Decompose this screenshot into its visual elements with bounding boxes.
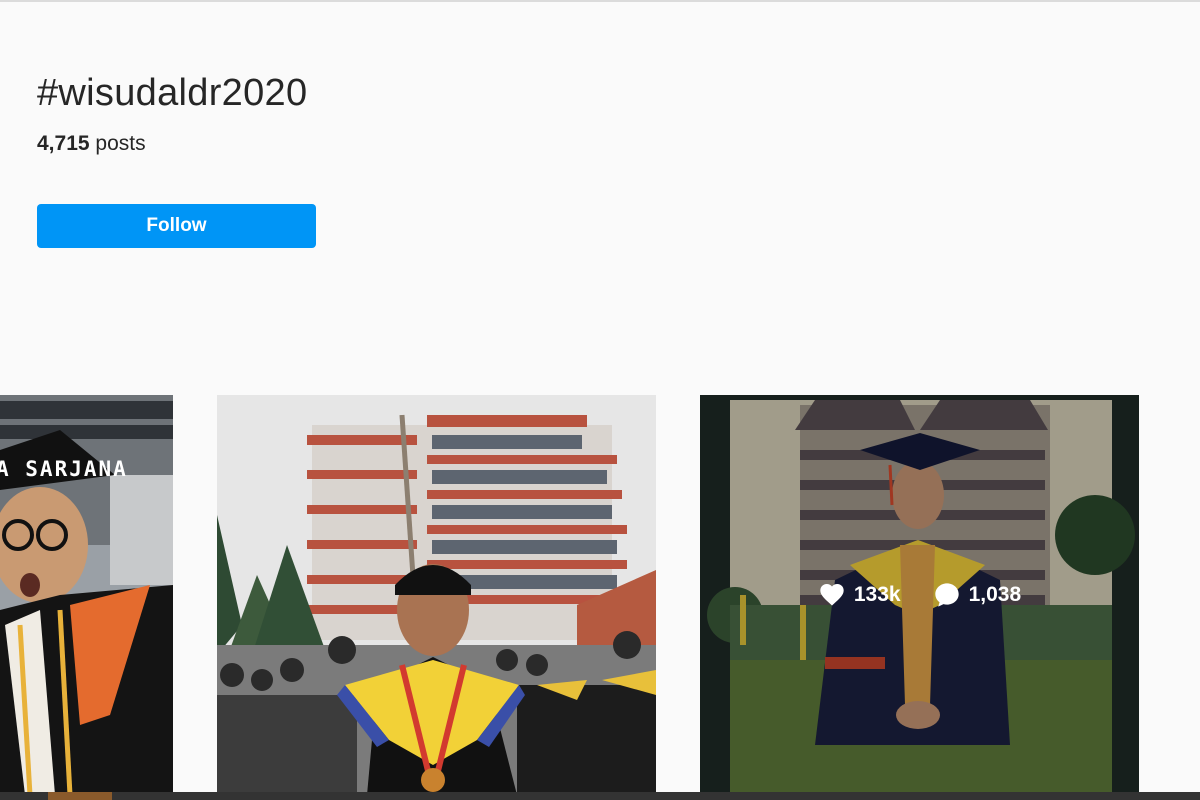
likes-stat: 133k bbox=[818, 581, 901, 609]
post-count: 4,715 posts bbox=[37, 132, 146, 156]
post-hover-overlay: 133k 1,038 bbox=[700, 395, 1139, 795]
heart-icon bbox=[820, 584, 844, 606]
likes-count: 133k bbox=[853, 583, 901, 606]
post-thumbnail[interactable]: 133k 1,038 bbox=[700, 395, 1139, 795]
post-image bbox=[217, 395, 656, 795]
post-count-number: 4,715 bbox=[37, 132, 90, 155]
post-image bbox=[0, 395, 173, 795]
post-thumbnail[interactable] bbox=[217, 395, 656, 795]
bottom-bar bbox=[0, 792, 1200, 800]
comments-stat: 1,038 bbox=[933, 581, 1022, 609]
bottom-bar-segment bbox=[48, 792, 112, 800]
post-caption-overlay: A SARJANA bbox=[0, 457, 128, 481]
post-thumbnail[interactable]: A SARJANA bbox=[0, 395, 173, 795]
top-divider bbox=[0, 0, 1200, 2]
post-count-label: posts bbox=[89, 132, 146, 155]
comments-count: 1,038 bbox=[968, 583, 1022, 606]
comment-icon bbox=[934, 583, 959, 607]
hashtag-title: #wisudaldr2020 bbox=[37, 72, 308, 114]
follow-button[interactable]: Follow bbox=[37, 204, 316, 248]
